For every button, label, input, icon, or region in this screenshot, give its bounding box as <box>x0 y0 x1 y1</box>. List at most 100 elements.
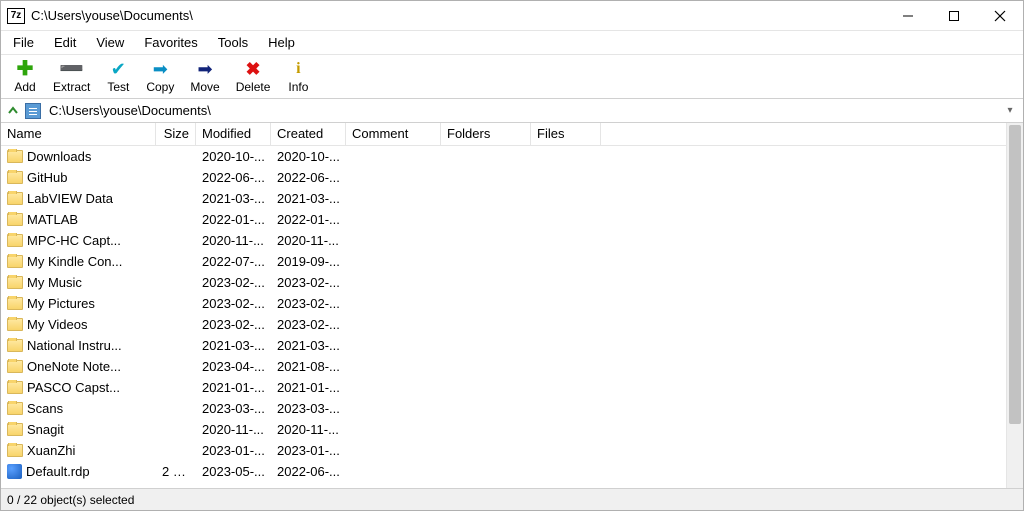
folder-icon <box>7 360 23 373</box>
toolbar-move-label: Move <box>190 80 219 94</box>
maximize-button[interactable] <box>931 1 977 31</box>
folder-icon <box>7 402 23 415</box>
close-button[interactable] <box>977 1 1023 31</box>
list-item[interactable]: National Instru...2021-03-...2021-03-... <box>1 335 1006 356</box>
menu-file[interactable]: File <box>3 32 44 53</box>
up-one-level-button[interactable] <box>5 103 21 119</box>
minimize-icon <box>902 10 914 22</box>
arrow-right-light-icon: ➡ <box>153 60 168 78</box>
arrow-right-dark-icon: ➡ <box>197 60 212 78</box>
item-name: Snagit <box>27 422 64 437</box>
folder-icon <box>7 318 23 331</box>
cell-created: 2019-09-... <box>271 254 346 269</box>
list-item[interactable]: My Music2023-02-...2023-02-... <box>1 272 1006 293</box>
app-window: 7z C:\Users\youse\Documents\ File Edit V… <box>0 0 1024 511</box>
cell-created: 2021-01-... <box>271 380 346 395</box>
cell-modified: 2021-03-... <box>196 338 271 353</box>
address-dropdown-button[interactable]: ▾ <box>1001 105 1019 116</box>
folder-icon <box>7 192 23 205</box>
toolbar-info-label: Info <box>288 80 308 94</box>
info-icon: i <box>296 60 300 78</box>
window-title: C:\Users\youse\Documents\ <box>31 8 193 23</box>
column-header-comment[interactable]: Comment <box>346 123 441 145</box>
toolbar-delete-button[interactable]: ✖ Delete <box>228 58 279 96</box>
window-controls <box>885 1 1023 31</box>
folder-icon <box>7 150 23 163</box>
item-name: My Videos <box>27 317 87 332</box>
vertical-scrollbar[interactable] <box>1006 123 1023 488</box>
list-item[interactable]: XuanZhi 2023-01-...2023-01-... <box>1 440 1006 461</box>
folder-icon <box>7 381 23 394</box>
list-item[interactable]: GitHub2022-06-...2022-06-... <box>1 167 1006 188</box>
column-header-created[interactable]: Created <box>271 123 346 145</box>
list-item[interactable]: MATLAB2022-01-...2022-01-... <box>1 209 1006 230</box>
item-name: My Music <box>27 275 82 290</box>
address-input[interactable]: C:\Users\youse\Documents\ <box>45 102 997 119</box>
cell-name: Snagit <box>1 422 156 437</box>
list-item[interactable]: Snagit2020-11-...2020-11-... <box>1 419 1006 440</box>
file-rows[interactable]: Downloads2020-10-...2020-10-...GitHub202… <box>1 146 1006 488</box>
toolbar-test-label: Test <box>107 80 129 94</box>
list-item[interactable]: Scans2023-03-...2023-03-... <box>1 398 1006 419</box>
cell-modified: 2022-07-... <box>196 254 271 269</box>
cell-name: PASCO Capst... <box>1 380 156 395</box>
rdp-file-icon <box>7 464 22 479</box>
title-bar[interactable]: 7z C:\Users\youse\Documents\ <box>1 1 1023 31</box>
close-icon <box>994 10 1006 22</box>
location-doc-icon <box>25 103 41 119</box>
column-header-folders[interactable]: Folders <box>441 123 531 145</box>
menu-help[interactable]: Help <box>258 32 305 53</box>
minimize-button[interactable] <box>885 1 931 31</box>
toolbar-add-button[interactable]: ✚ Add <box>5 58 45 96</box>
app-icon: 7z <box>7 8 25 24</box>
column-header-size[interactable]: Size <box>156 123 196 145</box>
item-name: GitHub <box>27 170 67 185</box>
cell-modified: 2022-01-... <box>196 212 271 227</box>
menu-view[interactable]: View <box>86 32 134 53</box>
folder-icon <box>7 255 23 268</box>
column-header-name[interactable]: Name <box>1 123 156 145</box>
up-arrow-icon <box>6 104 20 118</box>
list-item[interactable]: PASCO Capst...2021-01-...2021-01-... <box>1 377 1006 398</box>
list-item[interactable]: My Videos2023-02-...2023-02-... <box>1 314 1006 335</box>
folder-icon <box>7 276 23 289</box>
item-name: XuanZhi <box>27 443 75 458</box>
cell-created: 2023-01-... <box>271 443 346 458</box>
cell-modified: 2023-03-... <box>196 401 271 416</box>
cell-size: 2 430 <box>156 464 196 479</box>
column-header-row: Name Size Modified Created Comment Folde… <box>1 123 1006 146</box>
folder-icon <box>7 213 23 226</box>
menu-edit[interactable]: Edit <box>44 32 86 53</box>
list-item[interactable]: Default.rdp2 4302023-05-...2022-06-... <box>1 461 1006 482</box>
scrollbar-thumb-icon[interactable] <box>1009 125 1021 424</box>
cell-name: XuanZhi <box>1 443 156 458</box>
item-name: OneNote Note... <box>27 359 121 374</box>
cell-created: 2023-02-... <box>271 296 346 311</box>
column-header-files[interactable]: Files <box>531 123 601 145</box>
list-item[interactable]: MPC-HC Capt...2020-11-...2020-11-... <box>1 230 1006 251</box>
folder-icon <box>7 444 23 457</box>
cell-name: Default.rdp <box>1 464 156 479</box>
list-item[interactable]: LabVIEW Data2021-03-...2021-03-... <box>1 188 1006 209</box>
list-item[interactable]: My Pictures2023-02-...2023-02-... <box>1 293 1006 314</box>
toolbar: ✚ Add ➖ Extract ✔ Test ➡ Copy ➡ Move ✖ D… <box>1 55 1023 99</box>
cell-modified: 2023-01-... <box>196 443 271 458</box>
toolbar-extract-button[interactable]: ➖ Extract <box>45 58 98 96</box>
cell-created: 2023-03-... <box>271 401 346 416</box>
menu-favorites[interactable]: Favorites <box>134 32 207 53</box>
toolbar-test-button[interactable]: ✔ Test <box>98 58 138 96</box>
cell-name: MPC-HC Capt... <box>1 233 156 248</box>
menu-tools[interactable]: Tools <box>208 32 258 53</box>
column-header-modified[interactable]: Modified <box>196 123 271 145</box>
toolbar-copy-label: Copy <box>146 80 174 94</box>
cell-name: My Videos <box>1 317 156 332</box>
cell-created: 2020-11-... <box>271 422 346 437</box>
item-name: Default.rdp <box>26 464 90 479</box>
toolbar-info-button[interactable]: i Info <box>278 58 318 96</box>
cell-modified: 2023-04-... <box>196 359 271 374</box>
list-item[interactable]: OneNote Note...2023-04-...2021-08-... <box>1 356 1006 377</box>
toolbar-move-button[interactable]: ➡ Move <box>182 58 227 96</box>
list-item[interactable]: My Kindle Con...2022-07-...2019-09-... <box>1 251 1006 272</box>
list-item[interactable]: Downloads2020-10-...2020-10-... <box>1 146 1006 167</box>
toolbar-copy-button[interactable]: ➡ Copy <box>138 58 182 96</box>
